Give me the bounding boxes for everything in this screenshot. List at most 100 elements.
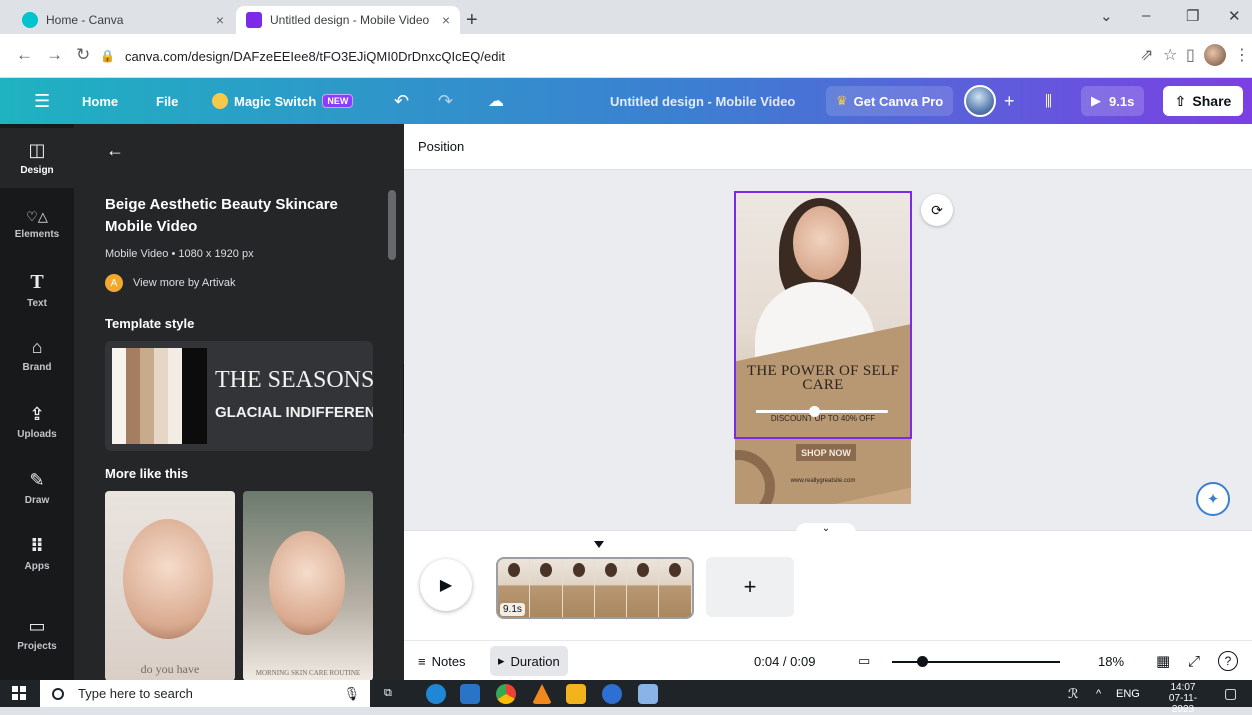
back-arrow-icon[interactable]: ← xyxy=(16,45,33,65)
forward-arrow-icon[interactable]: → xyxy=(46,45,63,65)
video-scrubber-handle[interactable] xyxy=(809,406,821,417)
lock-icon: 🔒 xyxy=(100,49,115,63)
chevron-down-icon[interactable]: ⌄ xyxy=(796,523,856,541)
minimize-button[interactable]: – xyxy=(1142,7,1150,24)
position-button[interactable]: Position xyxy=(418,139,464,154)
magic-switch-button[interactable]: Magic Switch NEW xyxy=(212,78,354,124)
notification-icon[interactable]: ▢ xyxy=(1224,680,1237,707)
share-label: Share xyxy=(1192,93,1232,109)
duration-button[interactable]: ▸ Duration xyxy=(490,646,568,676)
side-panel-icon[interactable]: ▯ xyxy=(1186,45,1195,65)
windows-start-icon[interactable] xyxy=(12,686,26,700)
template-style-heading: Template style xyxy=(105,316,195,331)
magic-assistant-icon[interactable]: ✦ xyxy=(1196,482,1230,516)
bookmark-star-icon[interactable]: ☆ xyxy=(1163,45,1177,65)
timeline-play-button[interactable]: ▶ xyxy=(420,559,472,611)
clip-frame xyxy=(530,559,563,617)
main-menu-icon[interactable]: ☰ xyxy=(34,78,50,124)
swatch xyxy=(126,348,140,444)
rail-item-text[interactable]: T Text xyxy=(0,260,74,320)
close-tab-icon[interactable]: × xyxy=(216,12,224,28)
grid-view-icon[interactable]: ▦ xyxy=(1156,641,1170,681)
paint-icon[interactable] xyxy=(638,684,658,704)
template-style-card[interactable]: THE SEASONS GLACIAL INDIFFERENCE xyxy=(105,341,373,451)
help-icon[interactable]: ? xyxy=(1218,651,1238,671)
close-tab-icon[interactable]: × xyxy=(442,12,450,28)
tab-search-icon[interactable]: ⌄ xyxy=(1100,7,1113,25)
store-icon[interactable] xyxy=(566,684,586,704)
author-link[interactable]: A View more by Artivak xyxy=(105,274,236,292)
clock-time: 14:07 xyxy=(1170,682,1196,693)
add-collaborator-icon[interactable]: + xyxy=(1004,78,1015,124)
page-view-icon[interactable]: ▭ xyxy=(858,641,870,681)
upload-cloud-icon: ⇪ xyxy=(29,404,45,424)
clip-frame xyxy=(562,559,595,617)
clock-date: 07-11-2023 xyxy=(1168,693,1198,715)
user-avatar[interactable] xyxy=(964,85,996,117)
home-menu[interactable]: Home xyxy=(82,78,118,124)
design-url-text[interactable]: www.reallygreatsite.com xyxy=(735,478,911,484)
edge-browser-icon[interactable] xyxy=(426,684,446,704)
panel-scrollbar[interactable] xyxy=(388,190,396,260)
rail-item-elements[interactable]: ♡△ Elements xyxy=(0,194,74,254)
language-indicator[interactable]: ENG xyxy=(1116,680,1140,707)
zoom-slider-handle[interactable] xyxy=(917,656,929,667)
redo-icon[interactable]: ↷ xyxy=(438,78,453,124)
app-icon[interactable] xyxy=(602,684,622,704)
get-canva-pro-button[interactable]: ♛ Get Canva Pro xyxy=(826,86,954,116)
share-page-icon[interactable]: ⇗ xyxy=(1140,45,1153,65)
file-menu[interactable]: File xyxy=(156,78,178,124)
swatch xyxy=(168,348,182,444)
rail-item-design[interactable]: ◫ Design xyxy=(0,128,74,188)
add-page-button[interactable]: + xyxy=(706,557,794,617)
tab-title: Home - Canva xyxy=(46,13,124,27)
present-play-button[interactable]: ▶ 9.1s xyxy=(1081,86,1145,116)
vlc-player-icon[interactable] xyxy=(532,684,552,704)
share-icon: ⇧ xyxy=(1174,92,1187,109)
browser-menu-icon[interactable]: ⋮ xyxy=(1234,45,1250,65)
template-thumbnail[interactable]: do you have xyxy=(105,491,235,680)
url-field[interactable]: 🔒 canva.com/design/DAFzeEEIee8/tFO3EJiQM… xyxy=(100,40,1140,72)
notes-button[interactable]: ≡ Notes xyxy=(418,641,466,681)
video-scrubber-progress xyxy=(756,410,815,413)
tab-home-canva[interactable]: Home - Canva × xyxy=(12,6,234,34)
task-view-icon[interactable]: ⧉ xyxy=(384,680,392,707)
zoom-percentage[interactable]: 18% xyxy=(1098,641,1124,681)
cloud-saved-icon[interactable]: ☁ xyxy=(488,78,504,124)
tab-untitled-design[interactable]: Untitled design - Mobile Video × xyxy=(236,6,460,34)
reload-icon[interactable]: ↻ xyxy=(76,45,90,65)
font-sample-heading: THE SEASONS xyxy=(215,367,373,393)
taskbar-search-box[interactable]: Type here to search 🎙 xyxy=(40,680,370,707)
rail-item-projects[interactable]: ▭ Projects xyxy=(0,604,74,664)
rail-item-uploads[interactable]: ⇪ Uploads xyxy=(0,392,74,452)
taskbar-clock[interactable]: 14:07 07-11-2023 xyxy=(1158,682,1208,715)
browser-profile-avatar[interactable] xyxy=(1204,44,1226,66)
rail-item-brand[interactable]: ⌂ Brand xyxy=(0,325,74,385)
microphone-icon[interactable]: 🎙 xyxy=(343,686,360,702)
clip-duration-label: 9.1s xyxy=(500,603,525,616)
undo-icon[interactable]: ↶ xyxy=(394,78,409,124)
people-icon[interactable]: ℛ xyxy=(1068,680,1078,707)
share-button[interactable]: ⇧ Share xyxy=(1163,86,1243,116)
search-placeholder: Type here to search xyxy=(78,686,193,701)
back-arrow-icon[interactable]: ← xyxy=(106,140,124,161)
document-title[interactable]: Untitled design - Mobile Video xyxy=(610,78,795,124)
tray-chevron-icon[interactable]: ^ xyxy=(1096,680,1101,707)
thumb-photo xyxy=(269,531,345,635)
close-window-button[interactable]: ✕ xyxy=(1228,7,1241,25)
insights-chart-icon[interactable]: ⫼ xyxy=(1045,78,1052,124)
rail-item-draw[interactable]: ✎ Draw xyxy=(0,458,74,518)
rotate-comment-icon[interactable]: ⟳ xyxy=(921,194,953,226)
design-shop-now[interactable]: SHOP NOW xyxy=(796,444,856,461)
template-thumbnail[interactable]: MORNING SKIN CARE ROUTINE xyxy=(243,491,373,680)
chrome-browser-icon[interactable] xyxy=(496,684,516,704)
playhead-marker[interactable] xyxy=(594,541,604,548)
rail-label: Projects xyxy=(17,641,57,652)
restore-button[interactable]: ❐ xyxy=(1186,7,1199,25)
font-sample-body: GLACIAL INDIFFERENCE xyxy=(215,404,373,421)
rail-item-apps[interactable]: ⠿ Apps xyxy=(0,524,74,584)
video-clip[interactable] xyxy=(496,557,694,619)
fullscreen-icon[interactable]: ⤢ xyxy=(1188,641,1200,681)
mail-icon[interactable] xyxy=(460,684,480,704)
new-tab-button[interactable]: + xyxy=(466,9,478,32)
